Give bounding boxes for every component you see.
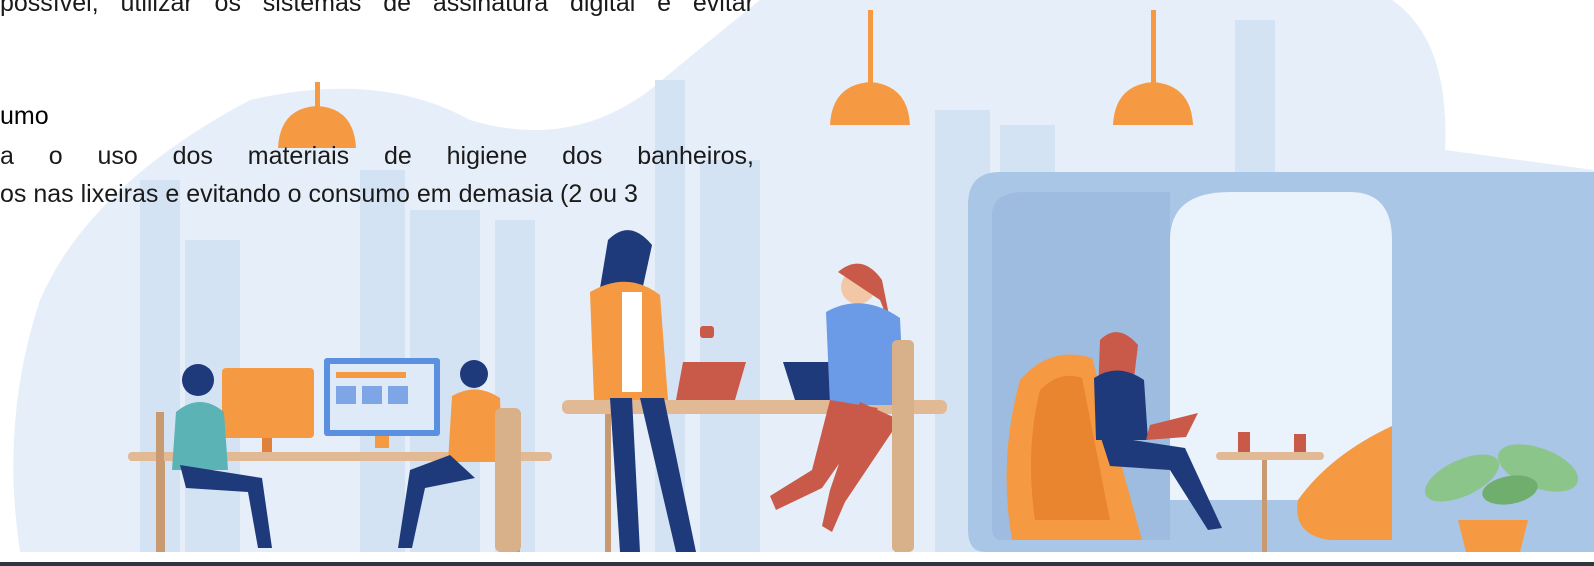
- paragraph-line: possível, utilizar os sistemas de assina…: [0, 0, 754, 17]
- section-heading: umo: [0, 102, 49, 130]
- bottom-divider: [0, 562, 1594, 566]
- laptop-red: [676, 362, 746, 400]
- paragraph-line: os nas lixeiras e evitando o consumo em …: [0, 180, 638, 208]
- monitor-screen: [324, 358, 440, 448]
- document-text: possível, utilizar os sistemas de assina…: [0, 0, 760, 230]
- paragraph-line: a o uso dos materiais de higiene dos ban…: [0, 142, 754, 170]
